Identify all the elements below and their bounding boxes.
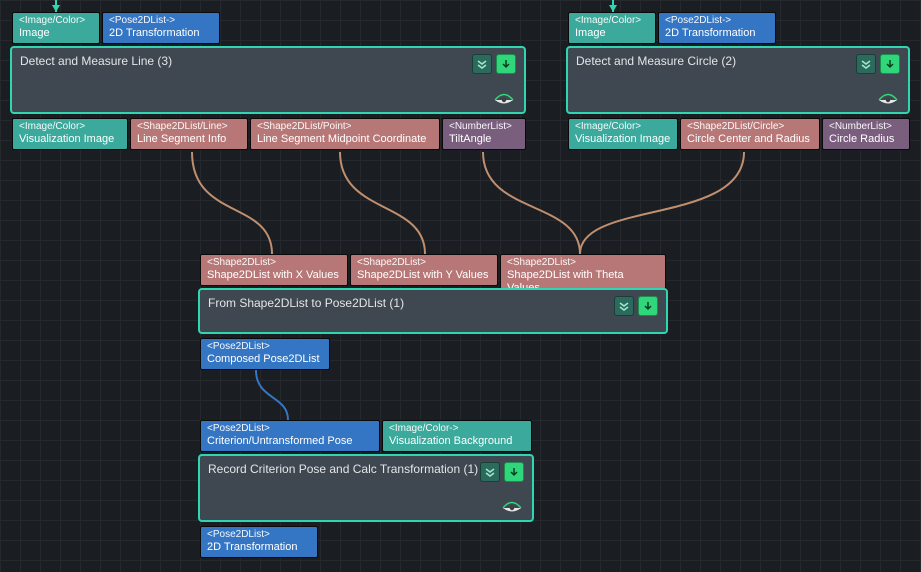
- node-shape2d-to-pose2d[interactable]: From Shape2DList to Pose2DList (1): [198, 288, 668, 334]
- port-type: <Shape2DList/Point>: [257, 121, 433, 133]
- port-image-in-left[interactable]: <Image/Color> Image: [12, 12, 100, 44]
- port-type: <Pose2DList>: [207, 529, 311, 541]
- port-type: <Image/Color>: [575, 15, 649, 27]
- run-button[interactable]: [504, 462, 524, 482]
- visibility-icon[interactable]: [494, 91, 514, 108]
- port-label: Shape2DList with X Values: [207, 269, 341, 282]
- port-type: <Shape2DList>: [507, 257, 659, 269]
- node-title: Detect and Measure Circle (2): [576, 54, 900, 86]
- visibility-icon[interactable]: [502, 499, 522, 516]
- port-type: <Pose2DList->: [109, 15, 213, 27]
- port-circle-center-radius[interactable]: <Shape2DList/Circle> Circle Center and R…: [680, 118, 820, 150]
- port-vis-background[interactable]: <Image/Color-> Visualization Background: [382, 420, 532, 452]
- collapse-button[interactable]: [614, 296, 634, 316]
- port-s2p-x[interactable]: <Shape2DList> Shape2DList with X Values: [200, 254, 348, 286]
- port-type: <NumberList>: [449, 121, 519, 133]
- run-button[interactable]: [880, 54, 900, 74]
- port-line-info[interactable]: <Shape2DList/Line> Line Segment Info: [130, 118, 248, 150]
- port-label: Criterion/Untransformed Pose: [207, 435, 373, 448]
- port-criterion-pose[interactable]: <Pose2DList> Criterion/Untransformed Pos…: [200, 420, 380, 452]
- port-label: Shape2DList with Y Values: [357, 269, 491, 282]
- collapse-button[interactable]: [480, 462, 500, 482]
- port-pose-in-right[interactable]: <Pose2DList-> 2D Transformation: [658, 12, 776, 44]
- port-type: <Pose2DList>: [207, 423, 373, 435]
- port-line-midpoint[interactable]: <Shape2DList/Point> Line Segment Midpoin…: [250, 118, 440, 150]
- port-type: <Pose2DList->: [665, 15, 769, 27]
- port-type: <NumberList>: [829, 121, 903, 133]
- port-2d-transformation-out[interactable]: <Pose2DList> 2D Transformation: [200, 526, 318, 558]
- port-s2p-y[interactable]: <Shape2DList> Shape2DList with Y Values: [350, 254, 498, 286]
- port-type: <Image/Color>: [575, 121, 671, 133]
- port-type: <Shape2DList/Line>: [137, 121, 241, 133]
- port-label: Visualization Image: [19, 133, 121, 146]
- port-type: <Image/Color>: [19, 15, 93, 27]
- node-title: Detect and Measure Line (3): [20, 54, 516, 86]
- port-type: <Image/Color->: [389, 423, 525, 435]
- port-label: Visualization Background: [389, 435, 525, 448]
- port-label: Line Segment Info: [137, 133, 241, 146]
- collapse-button[interactable]: [856, 54, 876, 74]
- run-button[interactable]: [638, 296, 658, 316]
- port-label: 2D Transformation: [109, 27, 213, 40]
- port-label: Line Segment Midpoint Coordinate: [257, 133, 433, 146]
- node-record-pose[interactable]: Record Criterion Pose and Calc Transform…: [198, 454, 534, 522]
- port-type: <Shape2DList>: [357, 257, 491, 269]
- port-label: Visualization Image: [575, 133, 671, 146]
- port-label: Composed Pose2DList: [207, 353, 323, 366]
- port-visimage-left[interactable]: <Image/Color> Visualization Image: [12, 118, 128, 150]
- port-label: Circle Center and Radius: [687, 133, 813, 146]
- port-circle-radius[interactable]: <NumberList> Circle Radius: [822, 118, 910, 150]
- port-tilt-angle[interactable]: <NumberList> TiltAngle: [442, 118, 526, 150]
- node-detect-line[interactable]: Detect and Measure Line (3): [10, 46, 526, 114]
- port-label: TiltAngle: [449, 133, 519, 146]
- port-label: 2D Transformation: [207, 541, 311, 554]
- port-label: Image: [575, 27, 649, 40]
- node-title: From Shape2DList to Pose2DList (1): [208, 296, 658, 328]
- visibility-icon[interactable]: [878, 91, 898, 108]
- port-label: Image: [19, 27, 93, 40]
- port-pose-in-left[interactable]: <Pose2DList-> 2D Transformation: [102, 12, 220, 44]
- port-type: <Shape2DList>: [207, 257, 341, 269]
- run-button[interactable]: [496, 54, 516, 74]
- port-image-in-right[interactable]: <Image/Color> Image: [568, 12, 656, 44]
- port-type: <Image/Color>: [19, 121, 121, 133]
- node-detect-circle[interactable]: Detect and Measure Circle (2): [566, 46, 910, 114]
- port-label: 2D Transformation: [665, 27, 769, 40]
- port-type: <Shape2DList/Circle>: [687, 121, 813, 133]
- port-label: Circle Radius: [829, 133, 903, 146]
- port-type: <Pose2DList>: [207, 341, 323, 353]
- node-title: Record Criterion Pose and Calc Transform…: [208, 462, 524, 494]
- port-visimage-right[interactable]: <Image/Color> Visualization Image: [568, 118, 678, 150]
- collapse-button[interactable]: [472, 54, 492, 74]
- port-composed-pose2d[interactable]: <Pose2DList> Composed Pose2DList: [200, 338, 330, 370]
